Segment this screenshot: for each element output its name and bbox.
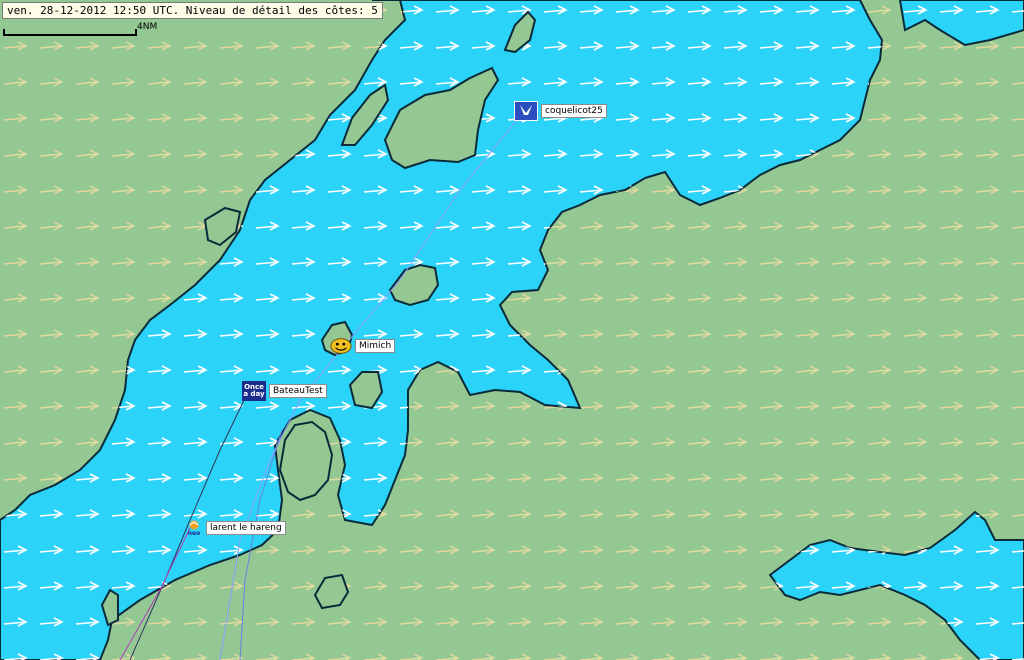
boat-label-coquelicot25: coquelicot25	[541, 104, 607, 118]
chart-map[interactable]: ven. 28-12-2012 12:50 UTC. Niveau de dét…	[0, 0, 1024, 660]
boat-label-bateautest: BateauTest	[269, 384, 327, 398]
boat-bateautest[interactable]: Once a day BateauTest	[242, 381, 327, 401]
once-a-day-icon-text: Once a day	[243, 383, 265, 398]
status-bar: ven. 28-12-2012 12:50 UTC. Niveau de dét…	[2, 2, 383, 19]
boat-label-mimich: Mimich	[355, 339, 396, 353]
flag-icon	[514, 101, 538, 121]
boat-larent-le-hareng[interactable]: neo larent le hareng	[185, 519, 286, 537]
sponsor-icon: neo	[185, 519, 203, 537]
scale-label: 4NM	[137, 22, 158, 32]
boat-coquelicot25[interactable]: coquelicot25	[514, 101, 607, 121]
sponsor-icon-text: neo	[187, 529, 201, 537]
boat-mimich[interactable]: Mimich	[330, 337, 396, 355]
smiley-icon	[330, 337, 352, 355]
scale-tick-left	[3, 29, 5, 36]
boat-label-larent-le-hareng: larent le hareng	[206, 521, 286, 535]
scale-bar-line	[3, 34, 137, 36]
scale-bar: 4NM	[3, 22, 157, 42]
once-a-day-icon: Once a day	[242, 381, 266, 401]
